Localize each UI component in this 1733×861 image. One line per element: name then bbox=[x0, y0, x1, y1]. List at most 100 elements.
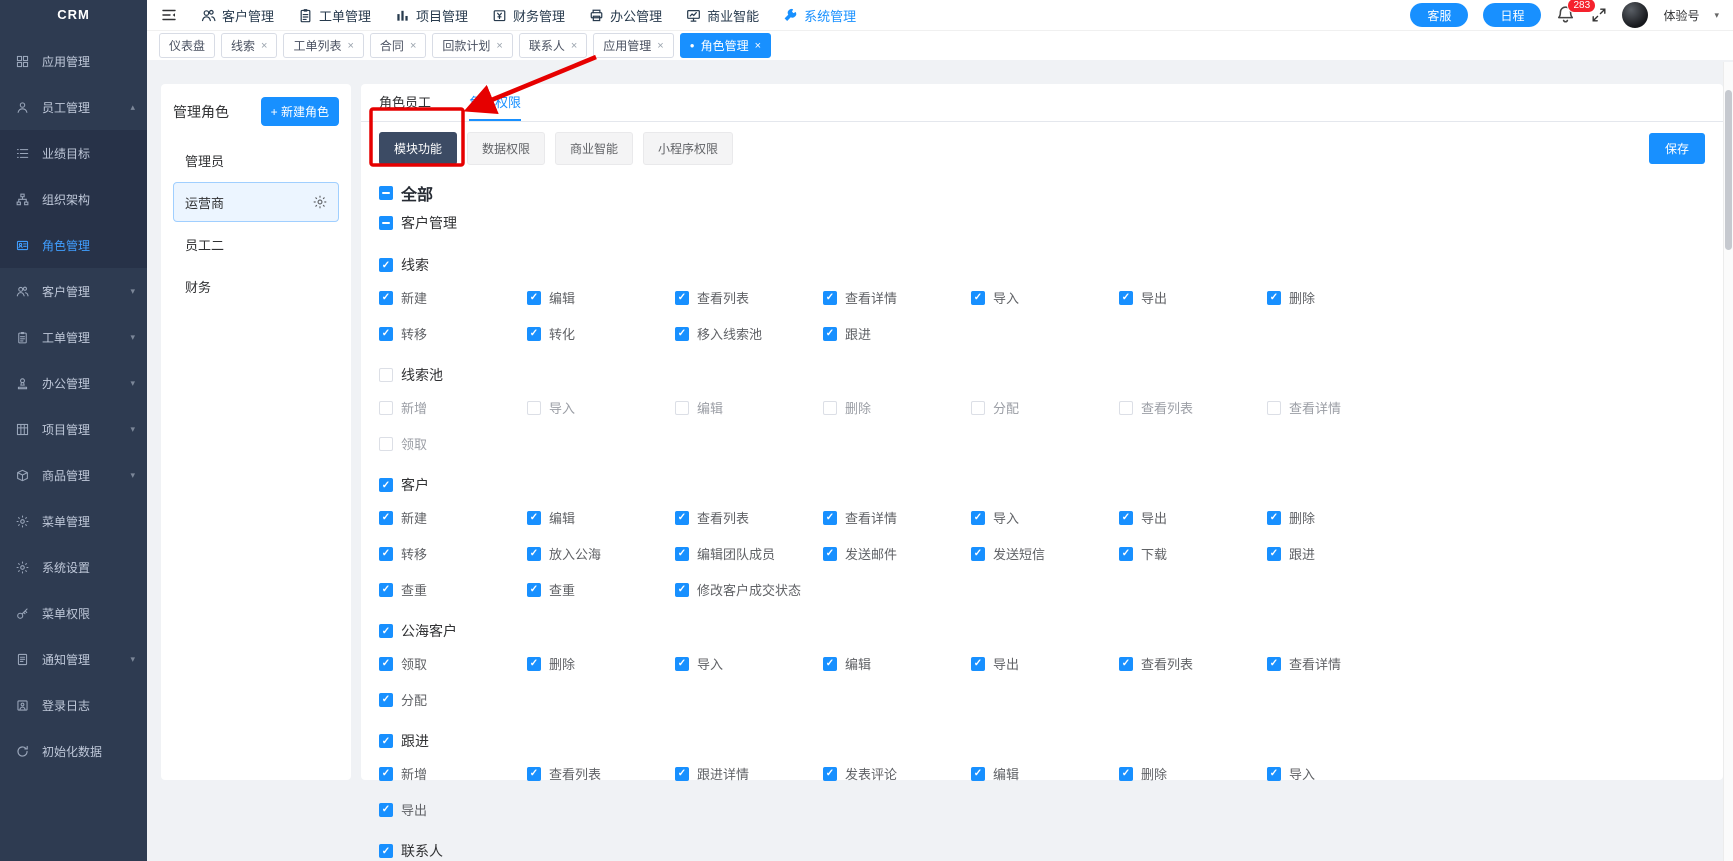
checkbox-checked[interactable]: ✓ bbox=[1119, 656, 1133, 671]
sidebar-item-通知管理[interactable]: 通知管理 ▾ bbox=[0, 636, 147, 682]
page-tab[interactable]: 应用管理 × bbox=[593, 33, 674, 58]
topnav-item[interactable]: 系统管理 bbox=[783, 6, 856, 25]
perm-item[interactable]: ✓ 新建 bbox=[379, 288, 527, 307]
checkbox-checked[interactable]: ✓ bbox=[1267, 290, 1281, 305]
checkbox-checked[interactable]: ✓ bbox=[379, 290, 393, 305]
checkbox-checked[interactable]: ✓ bbox=[1119, 546, 1133, 561]
role-item[interactable]: 管理员 bbox=[173, 140, 339, 180]
sidebar-item-初始化数据[interactable]: 初始化数据 bbox=[0, 728, 147, 774]
perm-item[interactable]: ✓ 查看详情 bbox=[823, 508, 971, 527]
tab-角色员工[interactable]: 角色员工 bbox=[379, 84, 431, 121]
perm-item[interactable]: 新增 bbox=[379, 398, 527, 417]
checkbox-checked[interactable]: ✓ bbox=[823, 656, 837, 671]
checkbox-checked[interactable]: ✓ bbox=[675, 326, 689, 341]
avatar[interactable] bbox=[1622, 2, 1649, 28]
perm-item[interactable]: 查看列表 bbox=[1119, 398, 1267, 417]
perm-item[interactable]: ✓ 下载 bbox=[1119, 544, 1267, 563]
checkbox-checked[interactable]: ✓ bbox=[379, 766, 393, 781]
checkbox-checked[interactable]: ✓ bbox=[971, 656, 985, 671]
perm-item[interactable]: ✓ 跟进详情 bbox=[675, 764, 823, 783]
checkbox-checked[interactable]: ✓ bbox=[823, 290, 837, 305]
tab-close-icon[interactable]: × bbox=[496, 40, 502, 52]
section-label[interactable]: 联系人 bbox=[401, 841, 443, 861]
perm-item[interactable]: 编辑 bbox=[675, 398, 823, 417]
section-label[interactable]: 公海客户 bbox=[401, 621, 457, 641]
role-item[interactable]: 运营商 bbox=[173, 182, 339, 222]
perm-item[interactable]: ✓ 分配 bbox=[379, 690, 527, 709]
perm-item[interactable]: ✓ 查看列表 bbox=[527, 764, 675, 783]
perm-item[interactable]: 删除 bbox=[823, 398, 971, 417]
perm-item[interactable]: ✓ 转化 bbox=[527, 324, 675, 343]
perm-item[interactable]: ✓ 转移 bbox=[379, 544, 527, 563]
perm-item[interactable]: ✓ 查重 bbox=[379, 580, 527, 599]
checkbox-unchecked[interactable] bbox=[971, 400, 985, 415]
checkbox-checked[interactable]: ✓ bbox=[971, 290, 985, 305]
page-tab[interactable]: ● 角色管理 × bbox=[679, 33, 772, 58]
perm-item[interactable]: ✓ 删除 bbox=[1119, 764, 1267, 783]
customer-service-button[interactable]: 客服 bbox=[1410, 3, 1469, 27]
perm-item[interactable]: 导入 bbox=[527, 398, 675, 417]
topnav-item[interactable]: 项目管理 bbox=[395, 6, 468, 25]
sidebar-item-办公管理[interactable]: 办公管理 ▾ bbox=[0, 360, 147, 406]
perm-item[interactable]: ✓ 查看列表 bbox=[675, 508, 823, 527]
perm-item[interactable]: 分配 bbox=[971, 398, 1119, 417]
perm-item[interactable]: ✓ 编辑 bbox=[527, 508, 675, 527]
tab-close-icon[interactable]: × bbox=[410, 40, 416, 52]
perm-item[interactable]: ✓ 移入线索池 bbox=[675, 324, 823, 343]
topnav-item[interactable]: 商业智能 bbox=[686, 6, 759, 25]
role-item[interactable]: 财务 bbox=[173, 266, 339, 306]
checkbox-unchecked[interactable] bbox=[675, 400, 689, 415]
perm-item[interactable]: ✓ 编辑 bbox=[971, 764, 1119, 783]
page-tab[interactable]: 工单列表 × bbox=[283, 33, 364, 58]
sidebar-item-应用管理[interactable]: 应用管理 bbox=[0, 38, 147, 84]
checkbox-checked[interactable]: ✓ bbox=[971, 546, 985, 561]
schedule-button[interactable]: 日程 bbox=[1483, 3, 1542, 27]
checkbox-unchecked[interactable] bbox=[379, 368, 393, 382]
checkbox-checked[interactable]: ✓ bbox=[1267, 656, 1281, 671]
checkbox-checked[interactable]: ✓ bbox=[1119, 510, 1133, 525]
checkbox-indeterminate[interactable] bbox=[379, 186, 393, 200]
new-role-button[interactable]: + 新建角色 bbox=[260, 97, 339, 126]
perm-item[interactable]: ✓ 发送邮件 bbox=[823, 544, 971, 563]
perm-item[interactable]: ✓ 查看列表 bbox=[1119, 654, 1267, 673]
sidebar-item-工单管理[interactable]: 工单管理 ▾ bbox=[0, 314, 147, 360]
checkbox-checked[interactable]: ✓ bbox=[823, 546, 837, 561]
checkbox-unchecked[interactable] bbox=[823, 400, 837, 415]
tab-close-icon[interactable]: × bbox=[347, 40, 353, 52]
perm-item[interactable]: ✓ 导出 bbox=[1119, 508, 1267, 527]
checkbox-checked[interactable]: ✓ bbox=[379, 258, 393, 272]
perm-item[interactable]: ✓ 删除 bbox=[1267, 508, 1415, 527]
checkbox-checked[interactable]: ✓ bbox=[823, 510, 837, 525]
perm-item[interactable]: ✓ 新建 bbox=[379, 508, 527, 527]
tab-close-icon[interactable]: × bbox=[657, 40, 663, 52]
topnav-item[interactable]: 客户管理 bbox=[201, 6, 274, 25]
perm-item[interactable]: ✓ 删除 bbox=[1267, 288, 1415, 307]
checkbox-checked[interactable]: ✓ bbox=[971, 766, 985, 781]
perm-item[interactable]: 领取 bbox=[379, 434, 527, 453]
perm-item[interactable]: ✓ 删除 bbox=[527, 654, 675, 673]
perm-item[interactable]: ✓ 导入 bbox=[971, 288, 1119, 307]
perm-item[interactable]: ✓ 编辑 bbox=[823, 654, 971, 673]
perm-item[interactable]: ✓ 导出 bbox=[379, 800, 527, 819]
sidebar-item-商品管理[interactable]: 商品管理 ▾ bbox=[0, 452, 147, 498]
checkbox-checked[interactable]: ✓ bbox=[527, 326, 541, 341]
perm-item[interactable]: ✓ 发表评论 bbox=[823, 764, 971, 783]
perm-item[interactable]: ✓ 查重 bbox=[527, 580, 675, 599]
checkbox-checked[interactable]: ✓ bbox=[379, 734, 393, 748]
perm-item[interactable]: ✓ 导出 bbox=[1119, 288, 1267, 307]
perm-item[interactable]: ✓ 转移 bbox=[379, 324, 527, 343]
checkbox-checked[interactable]: ✓ bbox=[675, 546, 689, 561]
checkbox-checked[interactable]: ✓ bbox=[1119, 766, 1133, 781]
tree-root-label[interactable]: 全部 bbox=[401, 181, 433, 205]
checkbox-checked[interactable]: ✓ bbox=[1119, 290, 1133, 305]
checkbox-checked[interactable]: ✓ bbox=[675, 582, 689, 597]
perm-item[interactable]: ✓ 跟进 bbox=[823, 324, 971, 343]
checkbox-checked[interactable]: ✓ bbox=[527, 656, 541, 671]
page-tab[interactable]: 回款计划 × bbox=[432, 33, 513, 58]
perm-item[interactable]: ✓ 导入 bbox=[1267, 764, 1415, 783]
checkbox-checked[interactable]: ✓ bbox=[675, 766, 689, 781]
sidebar-item-组织架构[interactable]: 组织架构 bbox=[0, 176, 147, 222]
checkbox-checked[interactable]: ✓ bbox=[823, 766, 837, 781]
perm-item[interactable]: ✓ 导入 bbox=[971, 508, 1119, 527]
checkbox-checked[interactable]: ✓ bbox=[527, 546, 541, 561]
